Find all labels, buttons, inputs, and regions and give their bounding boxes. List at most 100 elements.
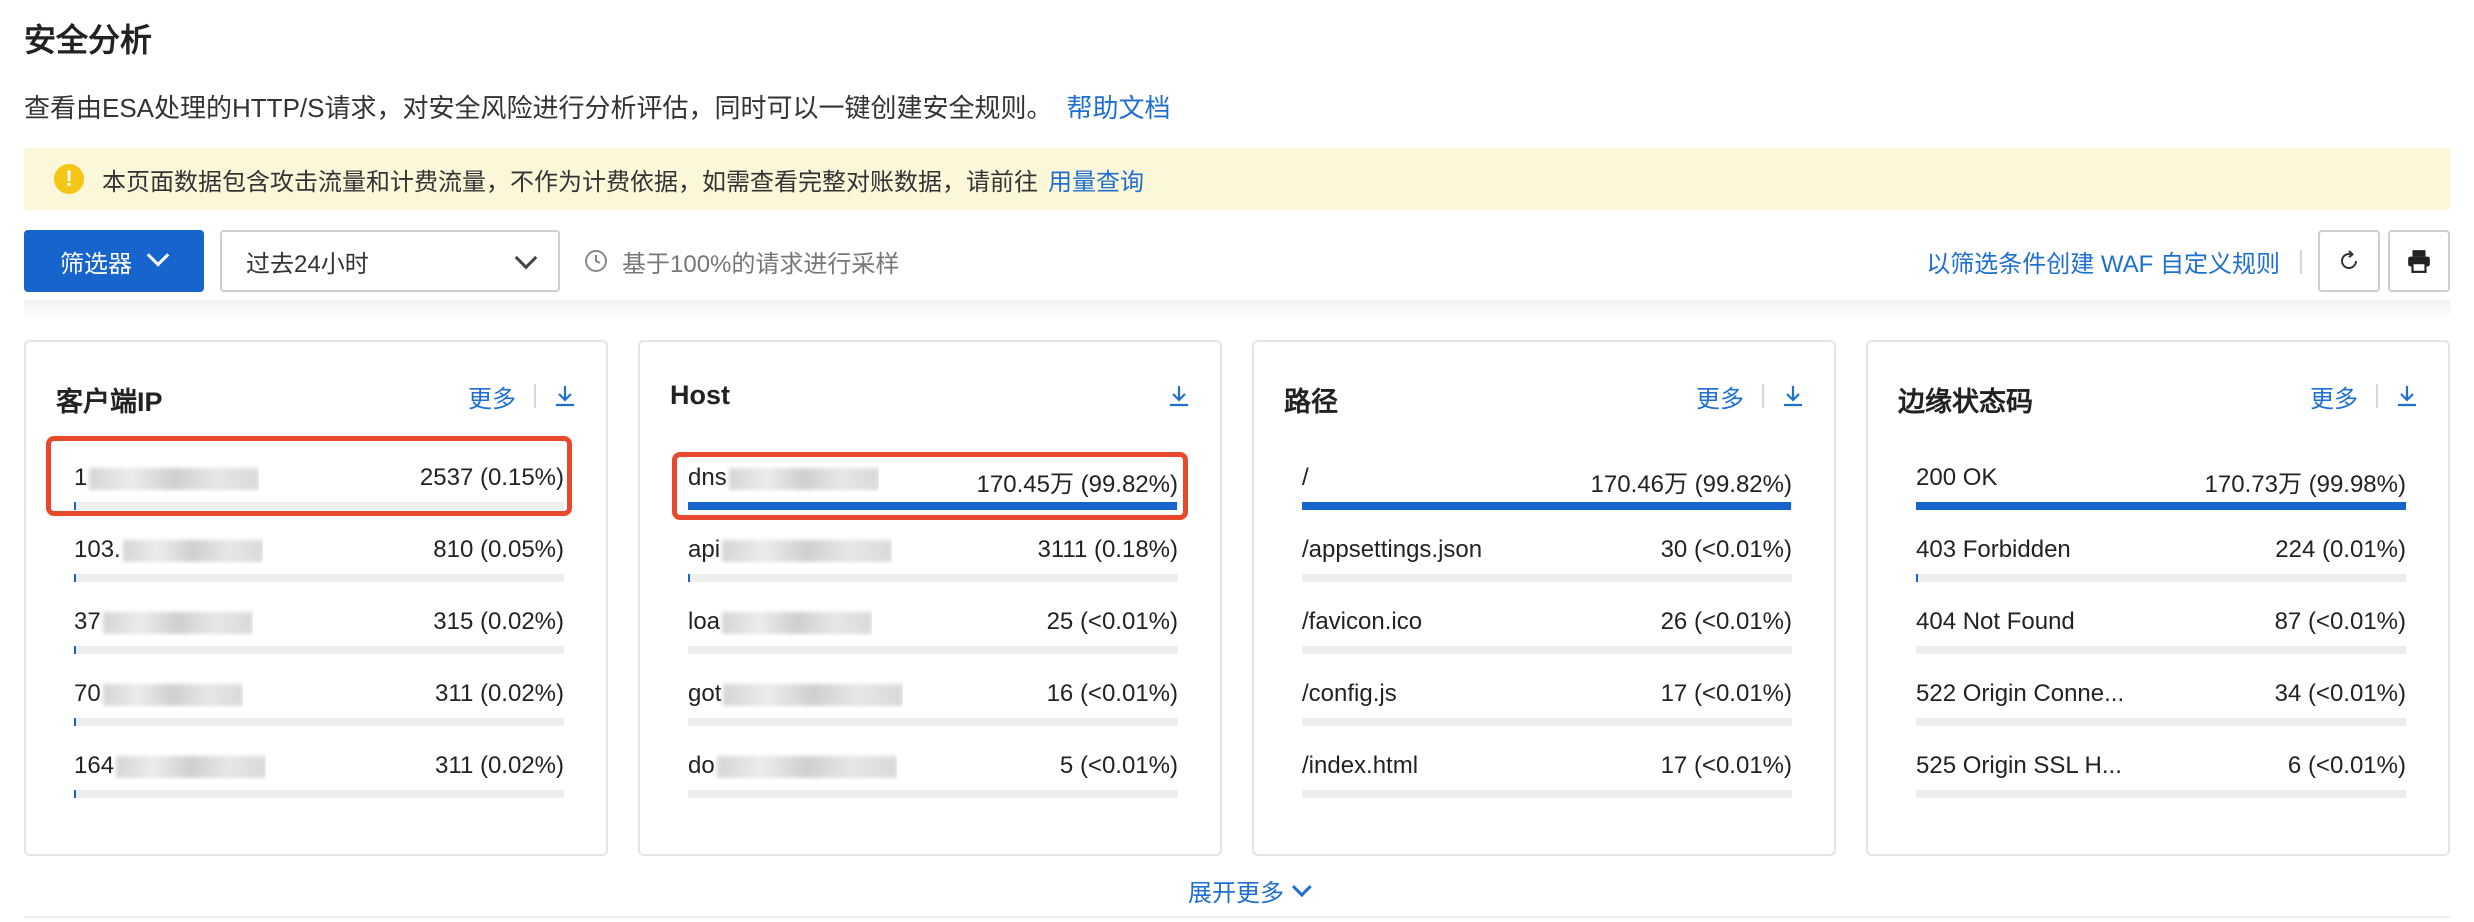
more-link[interactable]: 更多 [468,379,516,414]
list-item[interactable]: got 16 (<0.01%) [688,668,1178,740]
redacted-text [102,611,253,634]
row-value: 30 (<0.01%) [1660,536,1792,563]
more-link[interactable]: 更多 [2310,379,2358,414]
filter-button[interactable]: 筛选器 [24,230,204,292]
list-item[interactable]: 200 OK 170.73万 (99.98%) [1916,452,2406,524]
progress-track [1916,502,2406,510]
row-value: 26 (<0.01%) [1660,608,1792,635]
list-item[interactable]: 404 Not Found 87 (<0.01%) [1916,596,2406,668]
row-value: 6 (<0.01%) [2287,752,2406,779]
card-host: Host dns 170.45万 (99.82%) api 3111 (0.18… [638,340,1222,856]
card-edge-status-code: 边缘状态码 更多 200 OK 170.73万 (99.98%) 403 For… [1866,340,2450,856]
progress-track [1916,718,2406,726]
path-list: / 170.46万 (99.82%) /appsettings.json 30 … [1302,452,1792,812]
refresh-button[interactable] [2318,230,2380,292]
row-value: 311 (0.02%) [435,680,564,707]
warning-icon: ! [54,164,84,194]
toolbar-shadow [24,300,2450,320]
redacted-text [122,539,263,562]
progress-track [74,646,564,654]
list-item[interactable]: /appsettings.json 30 (<0.01%) [1302,524,1792,596]
progress-track [1916,646,2406,654]
status-code: 522 Origin Conne... [1916,680,2125,707]
list-item[interactable]: / 170.46万 (99.82%) [1302,452,1792,524]
refresh-icon [2341,250,2357,269]
row-value: 315 (0.02%) [433,608,564,635]
notice-banner: ! 本页面数据包含攻击流量和计费流量，不作为计费依据，如需查看完整对账数据，请前… [24,148,2450,210]
print-button[interactable] [2388,230,2450,292]
chevron-down-icon [1291,877,1312,898]
row-value: 16 (<0.01%) [1046,680,1178,707]
row-value: 311 (0.02%) [435,752,564,779]
page-description: 查看由ESA处理的HTTP/S请求，对安全风险进行分析评估，同时可以一键创建安全… [24,88,1171,128]
status-code: 404 Not Found [1916,608,2075,635]
sampling-text: 基于100%的请求进行采样 [622,250,900,278]
row-value: 34 (<0.01%) [2274,680,2406,707]
row-value: 87 (<0.01%) [2274,608,2406,635]
progress-track [688,718,1178,726]
row-value: 5 (<0.01%) [1059,752,1178,779]
host-name: loa [688,608,721,635]
list-item[interactable]: /index.html 17 (<0.01%) [1302,740,1792,812]
usage-query-link[interactable]: 用量查询 [1048,162,1144,197]
time-range-value: 过去24小时 [246,250,369,278]
progress-fill [74,790,76,798]
list-item[interactable]: /config.js 17 (<0.01%) [1302,668,1792,740]
chevron-down-icon [514,246,538,270]
progress-track [74,574,564,582]
status-code: 525 Origin SSL H... [1916,752,2122,779]
divider [1762,384,1764,408]
list-item[interactable]: 164 311 (0.02%) [74,740,564,812]
list-item[interactable]: loa 25 (<0.01%) [688,596,1178,668]
create-waf-rule-link[interactable]: 以筛选条件创建 WAF 自定义规则 [1926,230,2280,292]
list-item[interactable]: 403 Forbidden 224 (0.01%) [1916,524,2406,596]
host-name: got [688,680,722,707]
download-icon[interactable] [1168,384,1190,408]
status-code: 403 Forbidden [1916,536,2071,563]
host-name: api [688,536,721,563]
page-title: 安全分析 [24,22,153,58]
ip-address: 37 [74,608,101,635]
list-item[interactable]: 522 Origin Conne... 34 (<0.01%) [1916,668,2406,740]
sampling-info: 基于100%的请求进行采样 [584,230,899,292]
download-icon[interactable] [1782,384,1804,408]
redacted-text [722,611,873,634]
progress-fill [1302,502,1792,510]
time-range-select[interactable]: 过去24小时 [220,230,560,292]
row-value: 224 (0.01%) [2275,536,2406,563]
progress-track [1302,790,1792,798]
list-item[interactable]: do 5 (<0.01%) [688,740,1178,812]
filter-button-label: 筛选器 [60,250,132,278]
redacted-text [116,755,267,778]
list-item[interactable]: /favicon.ico 26 (<0.01%) [1302,596,1792,668]
list-item[interactable]: 525 Origin SSL H... 6 (<0.01%) [1916,740,2406,812]
progress-track [74,718,564,726]
help-doc-link[interactable]: 帮助文档 [1066,93,1170,123]
download-icon[interactable] [554,384,576,408]
toolbar: 筛选器 过去24小时 基于100%的请求进行采样 以筛选条件创建 WAF 自定义… [24,230,2450,292]
row-value: 17 (<0.01%) [1660,680,1792,707]
progress-track [1916,574,2406,582]
progress-track [688,790,1178,798]
list-item[interactable]: 37 315 (0.02%) [74,596,564,668]
card-path: 路径 更多 / 170.46万 (99.82%) /appsettings.js… [1252,340,1836,856]
download-icon[interactable] [2396,384,2418,408]
highlight-box [672,452,1188,520]
list-item[interactable]: api 3111 (0.18%) [688,524,1178,596]
progress-fill [74,574,76,582]
redacted-text [102,683,243,706]
more-link[interactable]: 更多 [1696,379,1744,414]
list-item[interactable]: 70 311 (0.02%) [74,668,564,740]
path-name: / [1302,464,1309,491]
expand-more-button[interactable]: 展开更多 [1188,872,1312,908]
row-value: 170.73万 (99.98%) [2204,471,2406,498]
row-value: 170.46万 (99.82%) [1590,471,1792,498]
path-name: /favicon.ico [1302,608,1423,635]
progress-fill [688,574,690,582]
progress-track [688,574,1178,582]
progress-track [1302,574,1792,582]
divider [534,384,536,408]
list-item[interactable]: 103. 810 (0.05%) [74,524,564,596]
row-value: 25 (<0.01%) [1046,608,1178,635]
progress-track [1302,502,1792,510]
